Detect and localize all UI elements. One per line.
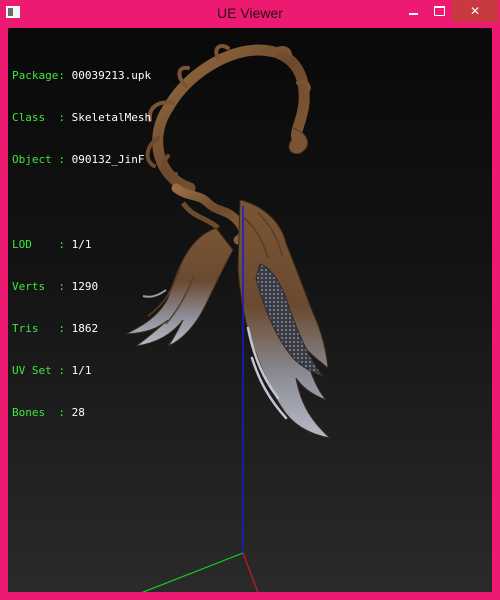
- info-label: Bones :: [12, 406, 65, 419]
- maximize-button[interactable]: [426, 0, 452, 22]
- close-icon: ✕: [469, 4, 481, 18]
- 3d-viewport[interactable]: Package: 00039213.upk Class : SkeletalMe…: [8, 28, 492, 592]
- info-value: 28: [71, 406, 85, 419]
- info-class-row: Class : SkeletalMesh: [12, 111, 151, 125]
- info-value: 1/1: [71, 364, 92, 377]
- app-window: UE Viewer ✕ Package: 00039213.upk Class …: [0, 0, 500, 600]
- info-label: Verts :: [12, 280, 65, 293]
- close-button[interactable]: ✕: [452, 0, 498, 22]
- info-verts-row: Verts : 1290: [12, 280, 151, 294]
- info-bones-row: Bones : 28: [12, 406, 151, 420]
- info-value: 090132_JinF: [71, 153, 145, 166]
- info-package-row: Package: 00039213.upk: [12, 69, 151, 83]
- mesh-info-overlay: Package: 00039213.upk Class : SkeletalMe…: [12, 41, 151, 448]
- minimize-icon: [408, 13, 418, 15]
- info-label: Package:: [12, 69, 65, 82]
- info-value: SkeletalMesh: [71, 111, 152, 124]
- info-label: Class :: [12, 111, 65, 124]
- info-value: 00039213.upk: [71, 69, 152, 82]
- info-label: Tris :: [12, 322, 65, 335]
- info-label: Object :: [12, 153, 65, 166]
- info-object-row: Object : 090132_JinF: [12, 153, 151, 167]
- info-lod-row: LOD : 1/1: [12, 238, 151, 252]
- maximize-icon: [433, 6, 445, 16]
- info-value: 1290: [71, 280, 99, 293]
- branch-ring: [145, 44, 311, 245]
- info-label: LOD :: [12, 238, 65, 251]
- title-bar[interactable]: UE Viewer ✕: [0, 0, 500, 28]
- info-value: 1862: [71, 322, 99, 335]
- x-axis-line: [242, 552, 259, 592]
- y-axis-line: [141, 552, 244, 592]
- minimize-button[interactable]: [400, 0, 426, 22]
- info-uvset-row: UV Set : 1/1: [12, 364, 151, 378]
- info-label: UV Set :: [12, 364, 65, 377]
- info-tris-row: Tris : 1862: [12, 322, 151, 336]
- right-wing: [237, 199, 332, 439]
- info-value: 1/1: [71, 238, 92, 251]
